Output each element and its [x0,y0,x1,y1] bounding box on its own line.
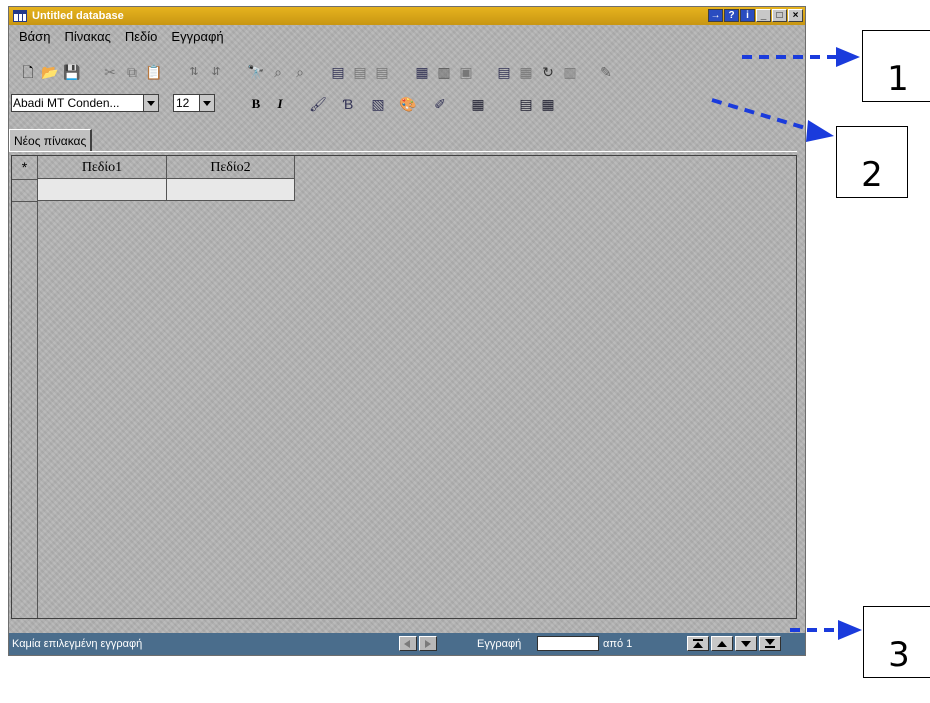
next-record-button[interactable] [735,636,757,651]
new-record-icon[interactable]: ▤ [329,63,347,81]
table-layout-icon[interactable]: ▦ [539,95,557,113]
row-selector[interactable] [12,179,37,202]
record-number-input[interactable] [537,636,599,651]
italic-button[interactable]: I [271,95,289,113]
find-icon[interactable]: 🔭 [247,63,265,81]
menu-bar: Βάση Πίνακας Πεδίο Εγγραφή [9,29,224,49]
arrowhead-icon [806,120,834,142]
tab-divider [9,151,797,152]
new-row-marker: * [12,156,37,180]
callout-3: 3 [863,606,930,678]
insert-field-icon[interactable]: ▦ [413,63,431,81]
menu-record[interactable]: Εγγραφή [171,29,223,49]
info-icon[interactable]: i [740,9,755,22]
table-grid-icon[interactable]: ▦ [469,95,487,113]
format-toolbar: B I 🖌 Ɓ ▧ 🎨 ✐ ▦ ▤ ▦ [17,93,797,117]
table-cell[interactable] [167,179,295,201]
close-button[interactable]: × [788,9,803,22]
first-record-button[interactable] [687,636,709,651]
record-count-label: από 1 [603,638,633,650]
table-cell[interactable] [38,179,167,201]
cut-icon[interactable]: ✂ [101,63,119,81]
open-folder-icon[interactable]: 📂 [41,63,59,81]
database-window: Untitled database → ? i _ □ × Βάση Πίνακ… [8,6,806,656]
maximize-button[interactable]: □ [772,9,787,22]
datasheet-grid: * Πεδίο1 Πεδίο2 [11,155,797,619]
edit-record-icon[interactable]: ▤ [373,63,391,81]
record-label: Εγγραφή [477,638,522,650]
bold-button[interactable]: B [247,95,265,113]
tab-label: Νέος πίνακας [14,134,87,148]
cell-color-icon[interactable]: 🎨 [399,95,417,113]
sort-descending-icon[interactable]: ⇵ [207,63,225,81]
help-icon[interactable]: ? [724,9,739,22]
arrowhead-icon [838,620,862,640]
menu-field[interactable]: Πεδίο [125,29,158,49]
find-next-icon[interactable]: ⌕ [269,63,287,81]
title-bar[interactable]: Untitled database → ? i _ □ × [9,7,805,25]
field-properties-icon[interactable]: ▣ [457,63,475,81]
menu-base[interactable]: Βάση [19,29,50,49]
print-icon[interactable]: ▥ [561,63,579,81]
sort-ascending-icon[interactable]: ⇅ [185,63,203,81]
form-view-icon[interactable]: ▤ [495,63,513,81]
font-color-icon[interactable]: Ɓ [339,95,357,113]
status-text: Καμία επιλεγμένη εγγραφή [12,638,143,650]
find-previous-icon[interactable]: ⌕ [291,63,309,81]
delete-record-icon[interactable]: ▤ [351,63,369,81]
paste-icon[interactable]: 📋 [145,63,163,81]
format-painter-icon[interactable]: ✐ [431,95,449,113]
previous-page-button[interactable] [399,636,417,651]
copy-icon[interactable]: ⧉ [123,63,141,81]
next-page-button[interactable] [419,636,437,651]
border-icon[interactable]: ▧ [369,95,387,113]
delete-field-icon[interactable]: ▥ [435,63,453,81]
status-bar: Καμία επιλεγμένη εγγραφή Εγγραφή από 1 [9,633,805,655]
menu-table[interactable]: Πίνακας [64,29,110,49]
previous-record-button[interactable] [711,636,733,651]
arrow-icon[interactable]: → [708,9,723,22]
tab-new-table[interactable]: Νέος πίνακας [9,129,93,152]
row-header-column: * [12,156,38,618]
save-icon[interactable]: 💾 [63,63,81,81]
last-record-button[interactable] [759,636,781,651]
callout-1: 1 [862,30,930,102]
window-title: Untitled database [32,10,124,22]
minimize-button[interactable]: _ [756,9,771,22]
column-header-field1[interactable]: Πεδίο1 [38,156,167,179]
standard-toolbar: 🗋 📂 💾 ✂ ⧉ 📋 ⇅ ⇵ 🔭 ⌕ ⌕ ▤ ▤ ▤ ▦ ▥ ▣ ▤ ▦ ↻ … [17,61,797,83]
fill-color-icon[interactable]: 🖌 [309,95,327,113]
new-document-icon[interactable]: 🗋 [19,63,37,81]
refresh-icon[interactable]: ↻ [539,63,557,81]
table-view-icon[interactable]: ▦ [517,63,535,81]
spell-check-icon[interactable]: ✎ [597,63,615,81]
column-header-field2[interactable]: Πεδίο2 [167,156,295,179]
form-layout-icon[interactable]: ▤ [517,95,535,113]
callout-2: 2 [836,126,908,198]
table-icon [13,10,27,22]
arrowhead-icon [836,47,860,67]
